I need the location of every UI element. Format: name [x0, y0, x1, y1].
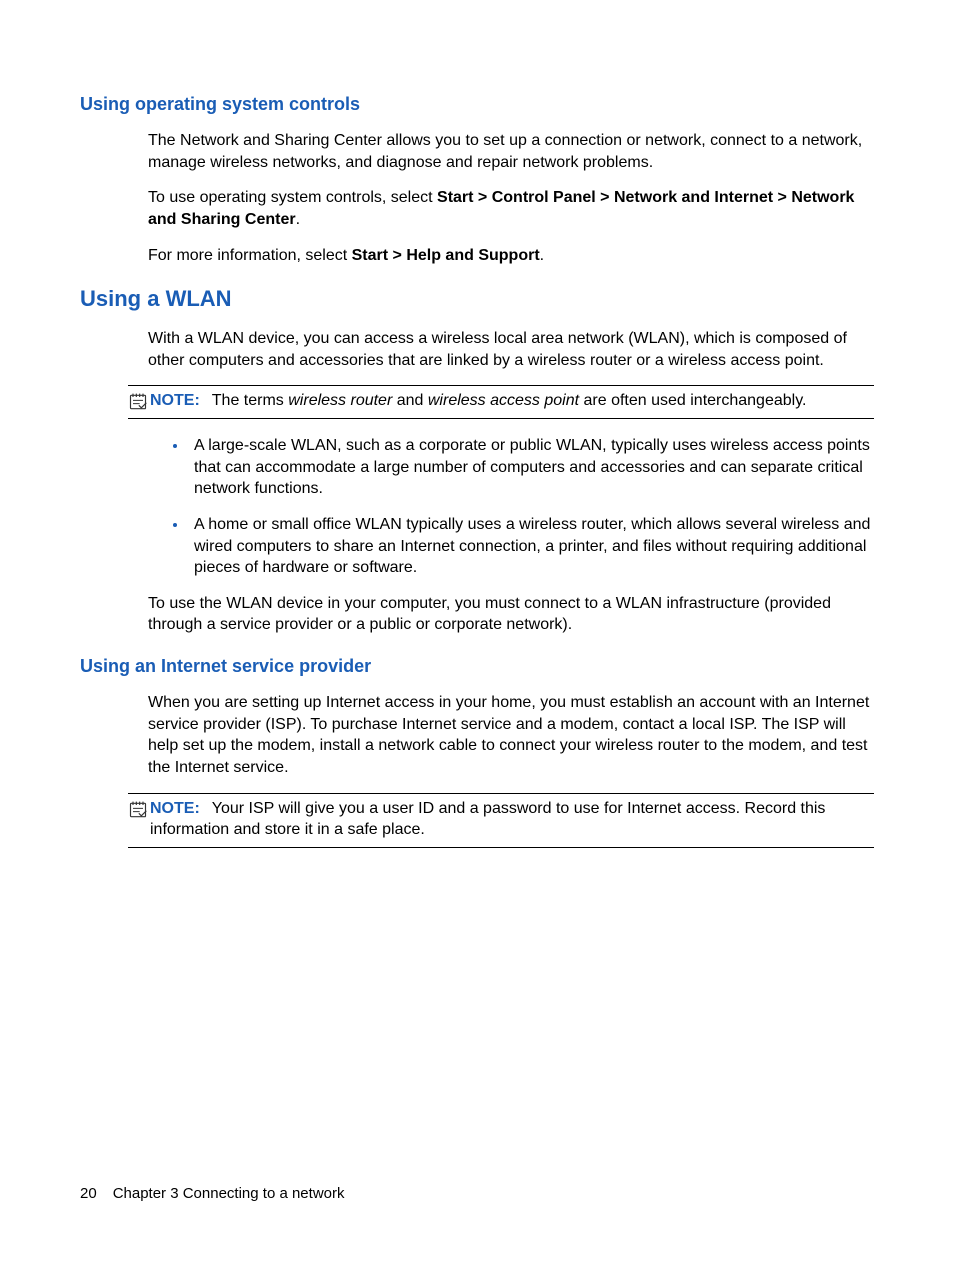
isp-p1: When you are setting up Internet access …	[148, 692, 874, 778]
note-isp: NOTE:Your ISP will give you a user ID an…	[128, 793, 874, 848]
note-isp-body: Your ISP will give you a user ID and a p…	[150, 800, 825, 839]
note-icon	[128, 800, 148, 820]
wlan-p2-wrap: To use the WLAN device in your computer,…	[148, 593, 874, 636]
note-label: NOTE:	[150, 800, 200, 817]
note-isp-text: NOTE:Your ISP will give you a user ID an…	[150, 798, 874, 841]
heading-os-controls: Using operating system controls	[80, 92, 874, 116]
note-icon	[128, 392, 148, 412]
list-item: A large-scale WLAN, such as a corporate …	[188, 435, 874, 500]
section-os-controls-body: The Network and Sharing Center allows yo…	[148, 130, 874, 266]
note-label: NOTE:	[150, 392, 200, 409]
p3-post: .	[540, 247, 544, 264]
heading-wlan: Using a WLAN	[80, 284, 874, 314]
note-wlan-text: NOTE: The terms wireless router and wirel…	[150, 390, 874, 412]
page-number: 20	[80, 1185, 97, 1202]
p3-pre: For more information, select	[148, 247, 352, 264]
document-page: Using operating system controls The Netw…	[0, 0, 954, 1270]
heading-isp: Using an Internet service provider	[80, 654, 874, 678]
os-controls-p1: The Network and Sharing Center allows yo…	[148, 130, 874, 173]
p2-pre: To use operating system controls, select	[148, 189, 437, 206]
note-i2: wireless access point	[428, 392, 579, 409]
note-mid: and	[392, 392, 428, 409]
chapter-title: Chapter 3 Connecting to a network	[113, 1185, 345, 1202]
section-isp-body: When you are setting up Internet access …	[148, 692, 874, 778]
page-footer: 20 Chapter 3 Connecting to a network	[80, 1184, 345, 1204]
note-post: are often used interchangeably.	[579, 392, 806, 409]
p3-bold: Start > Help and Support	[352, 247, 540, 264]
os-controls-p2: To use operating system controls, select…	[148, 187, 874, 230]
note-pre: The terms	[212, 392, 288, 409]
note-i1: wireless router	[288, 392, 392, 409]
section-wlan-body: With a WLAN device, you can access a wir…	[148, 328, 874, 371]
wlan-bullets: A large-scale WLAN, such as a corporate …	[80, 435, 874, 579]
p2-post: .	[296, 211, 300, 228]
os-controls-p3: For more information, select Start > Hel…	[148, 245, 874, 267]
note-wlan: NOTE: The terms wireless router and wirel…	[128, 385, 874, 419]
list-item: A home or small office WLAN typically us…	[188, 514, 874, 579]
wlan-p2: To use the WLAN device in your computer,…	[148, 593, 874, 636]
wlan-p1: With a WLAN device, you can access a wir…	[148, 328, 874, 371]
